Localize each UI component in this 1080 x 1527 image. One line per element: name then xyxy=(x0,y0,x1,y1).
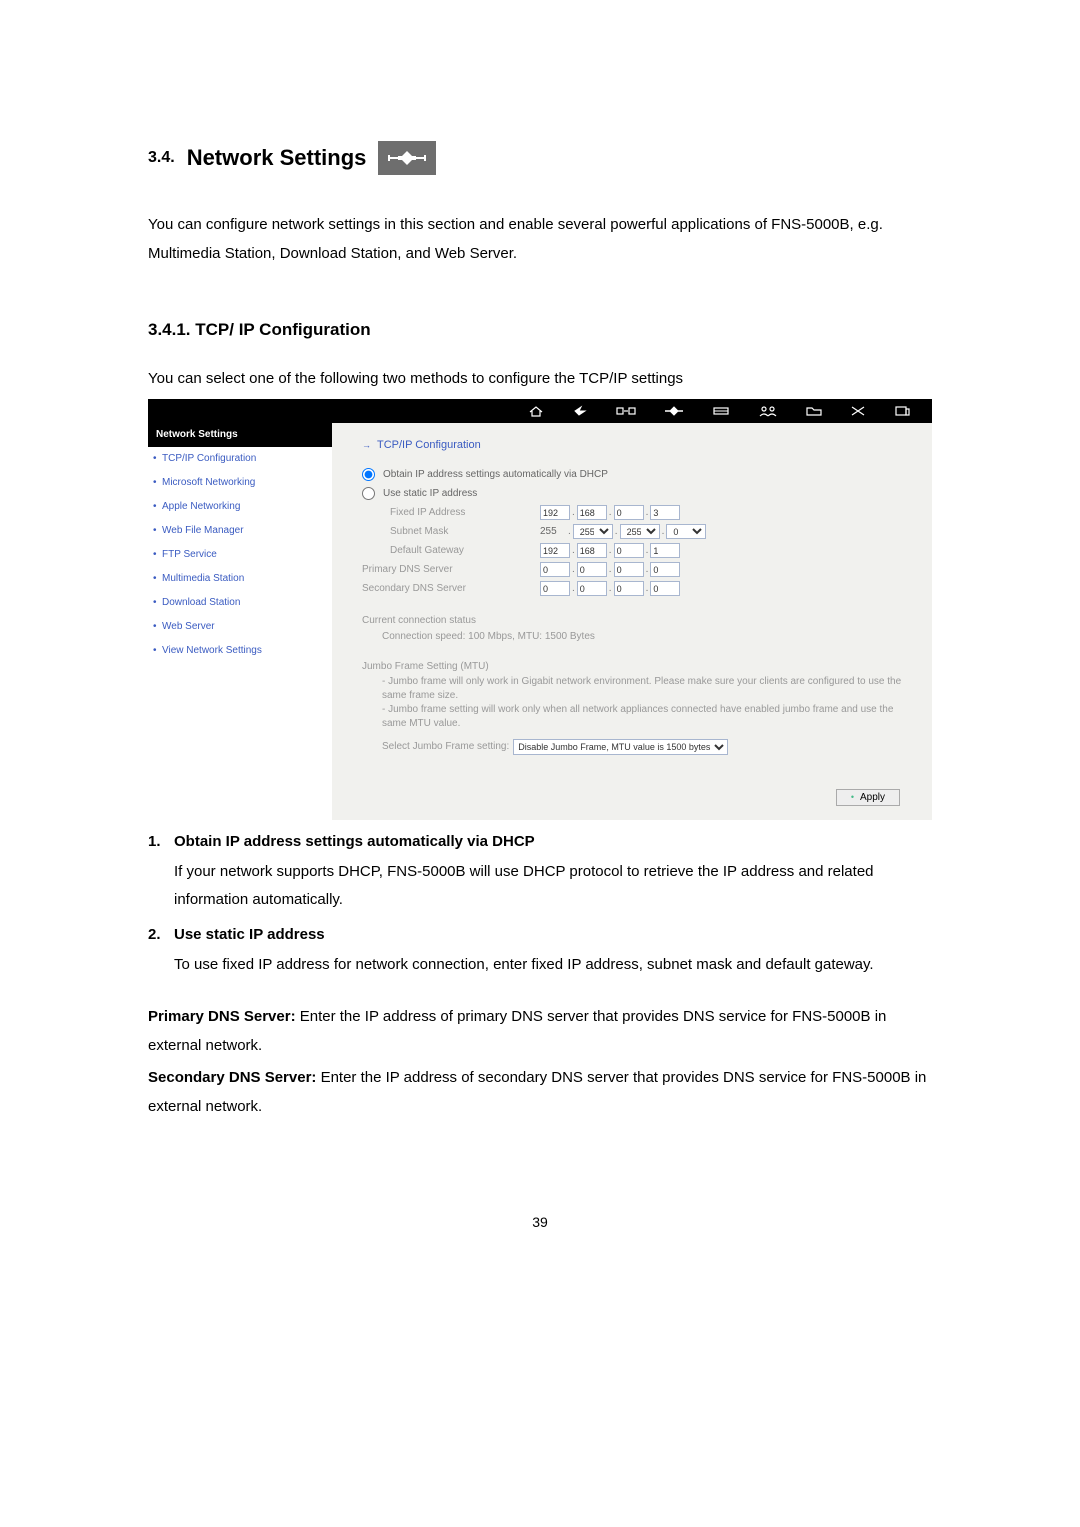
fixed-ip-1[interactable] xyxy=(540,505,570,520)
gateway-4[interactable] xyxy=(650,543,680,558)
jumbo-title: Jumbo Frame Setting (MTU) xyxy=(362,659,914,675)
subnet-1: 255 xyxy=(540,524,566,540)
subnet-3[interactable]: 255 xyxy=(620,524,660,539)
gateway-row: Default Gateway . . . xyxy=(390,543,914,559)
subnet-2[interactable]: 255 xyxy=(573,524,613,539)
radio-static-row[interactable]: Use static IP address xyxy=(362,486,914,502)
tcpip-panel: Network Settings TCP/IP Configuration Mi… xyxy=(148,399,932,820)
folder-icon[interactable] xyxy=(806,405,822,417)
subsection-heading: 3.4.1. TCP/ IP Configuration xyxy=(148,316,932,343)
apply-button[interactable]: Apply xyxy=(836,789,900,806)
content-pane: →TCP/IP Configuration Obtain IP address … xyxy=(332,423,932,820)
secondary-dns-label: Secondary DNS Server: xyxy=(148,1069,316,1086)
numbered-list: 1.Obtain IP address settings automatical… xyxy=(148,830,932,980)
connection-status: Current connection status Connection spe… xyxy=(362,613,914,645)
jumbo-line2: - Jumbo frame setting will work only whe… xyxy=(382,703,914,731)
gateway-label: Default Gateway xyxy=(390,543,540,559)
server-icon[interactable] xyxy=(616,405,636,417)
conn-line2: Connection speed: 100 Mbps, MTU: 1500 By… xyxy=(382,629,914,645)
pdns-4[interactable] xyxy=(650,562,680,577)
network-topbar-icon[interactable] xyxy=(664,405,684,417)
fixed-ip-3[interactable] xyxy=(614,505,644,520)
sidebar-item-webfile[interactable]: Web File Manager xyxy=(148,519,332,543)
pdns-row: Primary DNS Server . . . xyxy=(362,562,914,578)
gateway-1[interactable] xyxy=(540,543,570,558)
list-1-body: If your network supports DHCP, FNS-5000B… xyxy=(174,858,932,915)
gateway-2[interactable] xyxy=(577,543,607,558)
sdns-2[interactable] xyxy=(577,581,607,596)
sidebar-header: Network Settings xyxy=(148,423,332,447)
pdns-3[interactable] xyxy=(614,562,644,577)
section-heading: 3.4. Network Settings xyxy=(148,140,932,175)
jumbo-line1: - Jumbo frame will only work in Gigabit … xyxy=(382,675,914,703)
sidebar-item-tcpip[interactable]: TCP/IP Configuration xyxy=(148,447,332,471)
pdns-1[interactable] xyxy=(540,562,570,577)
pdns-label: Primary DNS Server xyxy=(362,562,540,578)
disk-icon[interactable] xyxy=(712,405,730,417)
list-num-1: 1. xyxy=(148,830,174,854)
radio-dhcp-label: Obtain IP address settings automatically… xyxy=(383,467,608,483)
heading-number: 3.4. xyxy=(148,145,175,171)
sdns-label: Secondary DNS Server xyxy=(362,581,540,597)
pane-title: →TCP/IP Configuration xyxy=(362,437,914,455)
subnet-row: Subnet Mask 255. 255. 255. 0 xyxy=(390,524,914,540)
users-icon[interactable] xyxy=(758,405,778,417)
fixed-ip-row: Fixed IP Address . . . xyxy=(390,505,914,521)
pane-title-text: TCP/IP Configuration xyxy=(377,439,481,451)
subnet-4[interactable]: 0 xyxy=(666,524,706,539)
lightning-icon[interactable] xyxy=(572,405,588,417)
sdns-3[interactable] xyxy=(614,581,644,596)
list-num-2: 2. xyxy=(148,923,174,947)
pdns-2[interactable] xyxy=(577,562,607,577)
list-1-head: Obtain IP address settings automatically… xyxy=(174,830,535,854)
sidebar-item-view[interactable]: View Network Settings xyxy=(148,639,332,663)
jumbo-select[interactable]: Disable Jumbo Frame, MTU value is 1500 b… xyxy=(513,739,728,755)
sidebar-item-webserver[interactable]: Web Server xyxy=(148,615,332,639)
panel-sidebar: Network Settings TCP/IP Configuration Mi… xyxy=(148,423,332,820)
sidebar-item-download[interactable]: Download Station xyxy=(148,591,332,615)
fixed-ip-4[interactable] xyxy=(650,505,680,520)
radio-static[interactable] xyxy=(362,487,375,500)
subnet-label: Subnet Mask xyxy=(390,524,540,540)
sdns-1[interactable] xyxy=(540,581,570,596)
sidebar-item-apple[interactable]: Apple Networking xyxy=(148,495,332,519)
page-number: 39 xyxy=(148,1211,932,1233)
gateway-3[interactable] xyxy=(614,543,644,558)
panel-topbar xyxy=(148,399,932,423)
sdns-4[interactable] xyxy=(650,581,680,596)
radio-dhcp[interactable] xyxy=(362,468,375,481)
conn-line1: Current connection status xyxy=(362,613,914,629)
jumbo-select-label: Select Jumbo Frame setting: xyxy=(382,739,509,755)
fixed-ip-label: Fixed IP Address xyxy=(390,505,540,521)
report-icon[interactable] xyxy=(894,405,910,417)
sidebar-item-ftp[interactable]: FTP Service xyxy=(148,543,332,567)
secondary-dns-para: Secondary DNS Server: Enter the IP addre… xyxy=(148,1064,932,1121)
list-2-body: To use fixed IP address for network conn… xyxy=(174,951,932,980)
primary-dns-para: Primary DNS Server: Enter the IP address… xyxy=(148,1003,932,1060)
heading-title: Network Settings xyxy=(187,140,367,175)
sdns-row: Secondary DNS Server . . . xyxy=(362,581,914,597)
network-icon xyxy=(378,141,436,175)
sidebar-item-multimedia[interactable]: Multimedia Station xyxy=(148,567,332,591)
radio-dhcp-row[interactable]: Obtain IP address settings automatically… xyxy=(362,467,914,483)
fixed-ip-2[interactable] xyxy=(577,505,607,520)
list-2-head: Use static IP address xyxy=(174,923,325,947)
subsection-intro: You can select one of the following two … xyxy=(148,367,932,391)
jumbo-section: Jumbo Frame Setting (MTU) - Jumbo frame … xyxy=(362,659,914,755)
sidebar-item-microsoft[interactable]: Microsoft Networking xyxy=(148,471,332,495)
radio-static-label: Use static IP address xyxy=(383,486,477,502)
home-icon[interactable] xyxy=(528,405,544,417)
tools-icon[interactable] xyxy=(850,405,866,417)
intro-text: You can configure network settings in th… xyxy=(148,211,932,268)
primary-dns-label: Primary DNS Server: xyxy=(148,1008,296,1025)
